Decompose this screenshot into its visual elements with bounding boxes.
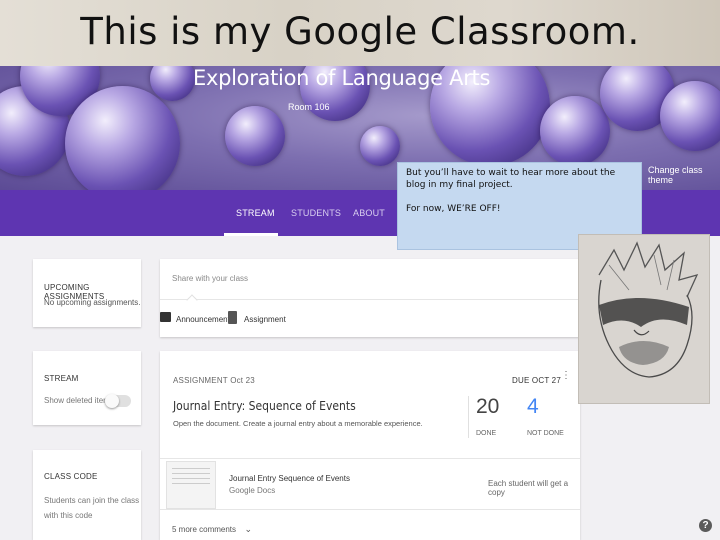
- attachment-title: Journal Entry Sequence of Events: [229, 474, 350, 483]
- share-input[interactable]: Share with your class: [172, 274, 248, 283]
- course-title: Exploration of Language Arts: [193, 66, 491, 90]
- not-done-label: NOT DONE: [527, 430, 564, 437]
- help-icon[interactable]: ?: [699, 519, 712, 532]
- attachment-row[interactable]: Journal Entry Sequence of Events Google …: [160, 458, 580, 510]
- attachment-note: Each student will get a copy: [488, 479, 569, 497]
- assignment-icon: [228, 311, 237, 324]
- banner-bubble: [540, 96, 610, 166]
- tab-about[interactable]: ABOUT: [353, 208, 385, 218]
- tab-stream[interactable]: STREAM: [236, 208, 275, 218]
- stream-settings-title: STREAM: [44, 374, 79, 383]
- show-deleted-toggle[interactable]: [105, 394, 131, 408]
- due-date: DUE OCT 27: [512, 376, 561, 385]
- assignment-label: Assignment: [244, 315, 286, 324]
- announcement-icon: [160, 312, 171, 322]
- banner-bubble: [225, 106, 285, 166]
- assignment-date: Oct 23: [230, 376, 255, 385]
- change-theme-link[interactable]: Change class theme: [648, 165, 720, 185]
- assignment-title[interactable]: Journal Entry: Sequence of Events: [173, 399, 356, 413]
- done-label: DONE: [476, 430, 497, 437]
- attachment-thumbnail: [166, 461, 216, 509]
- toggle-knob: [105, 394, 119, 408]
- slide-title: This is my Google Classroom.: [80, 10, 640, 53]
- sketch-drawing: [579, 235, 709, 403]
- more-vert-icon[interactable]: ⋮: [561, 371, 571, 386]
- tab-students[interactable]: STUDENTS: [291, 208, 341, 218]
- assignment-card[interactable]: ASSIGNMENT Oct 23 DUE OCT 27 ⋮ Journal E…: [160, 351, 580, 540]
- class-code-title: CLASS CODE: [44, 472, 98, 481]
- not-done-count[interactable]: 4: [527, 395, 539, 419]
- share-caret: [186, 294, 198, 306]
- share-divider: [160, 299, 580, 300]
- announcement-label: Announcement: [176, 315, 230, 324]
- class-code-line1: Students can join the class: [44, 496, 140, 505]
- stream-settings-card: STREAM Show deleted items: [33, 351, 141, 425]
- upcoming-text: No upcoming assignments.: [44, 298, 141, 307]
- share-card: Share with your class Announcement Assig…: [160, 259, 580, 337]
- class-code-line2: with this code: [44, 511, 93, 520]
- room-label: Room 106: [288, 102, 330, 112]
- assignment-kind: ASSIGNMENT Oct 23: [173, 376, 255, 385]
- more-comments-button[interactable]: 5 more comments ⌄: [172, 519, 252, 537]
- upcoming-card: UPCOMING ASSIGNMENTS No upcoming assignm…: [33, 259, 141, 327]
- note-line-1: But you’ll have to wait to hear more abo…: [406, 168, 616, 190]
- banner-bubble: [65, 86, 180, 190]
- active-tab-indicator: [224, 233, 278, 236]
- show-deleted-label: Show deleted items: [44, 396, 114, 405]
- progress-divider: [468, 396, 469, 438]
- banner-bubble: [150, 66, 195, 101]
- class-code-card: CLASS CODE Students can join the class w…: [33, 450, 141, 540]
- banner-bubble: [360, 126, 400, 166]
- assignment-description: Open the document. Create a journal entr…: [173, 419, 423, 428]
- more-comments-label: 5 more comments: [172, 525, 237, 534]
- attachment-type: Google Docs: [229, 486, 276, 495]
- chevron-down-icon: ⌄: [244, 524, 253, 534]
- done-count[interactable]: 20: [476, 395, 499, 419]
- note-line-2: For now, WE’RE OFF!: [406, 204, 501, 214]
- pencil-sketch-image: [578, 234, 710, 404]
- banner-bubble: [660, 81, 720, 151]
- assignment-kind-label: ASSIGNMENT: [173, 376, 228, 385]
